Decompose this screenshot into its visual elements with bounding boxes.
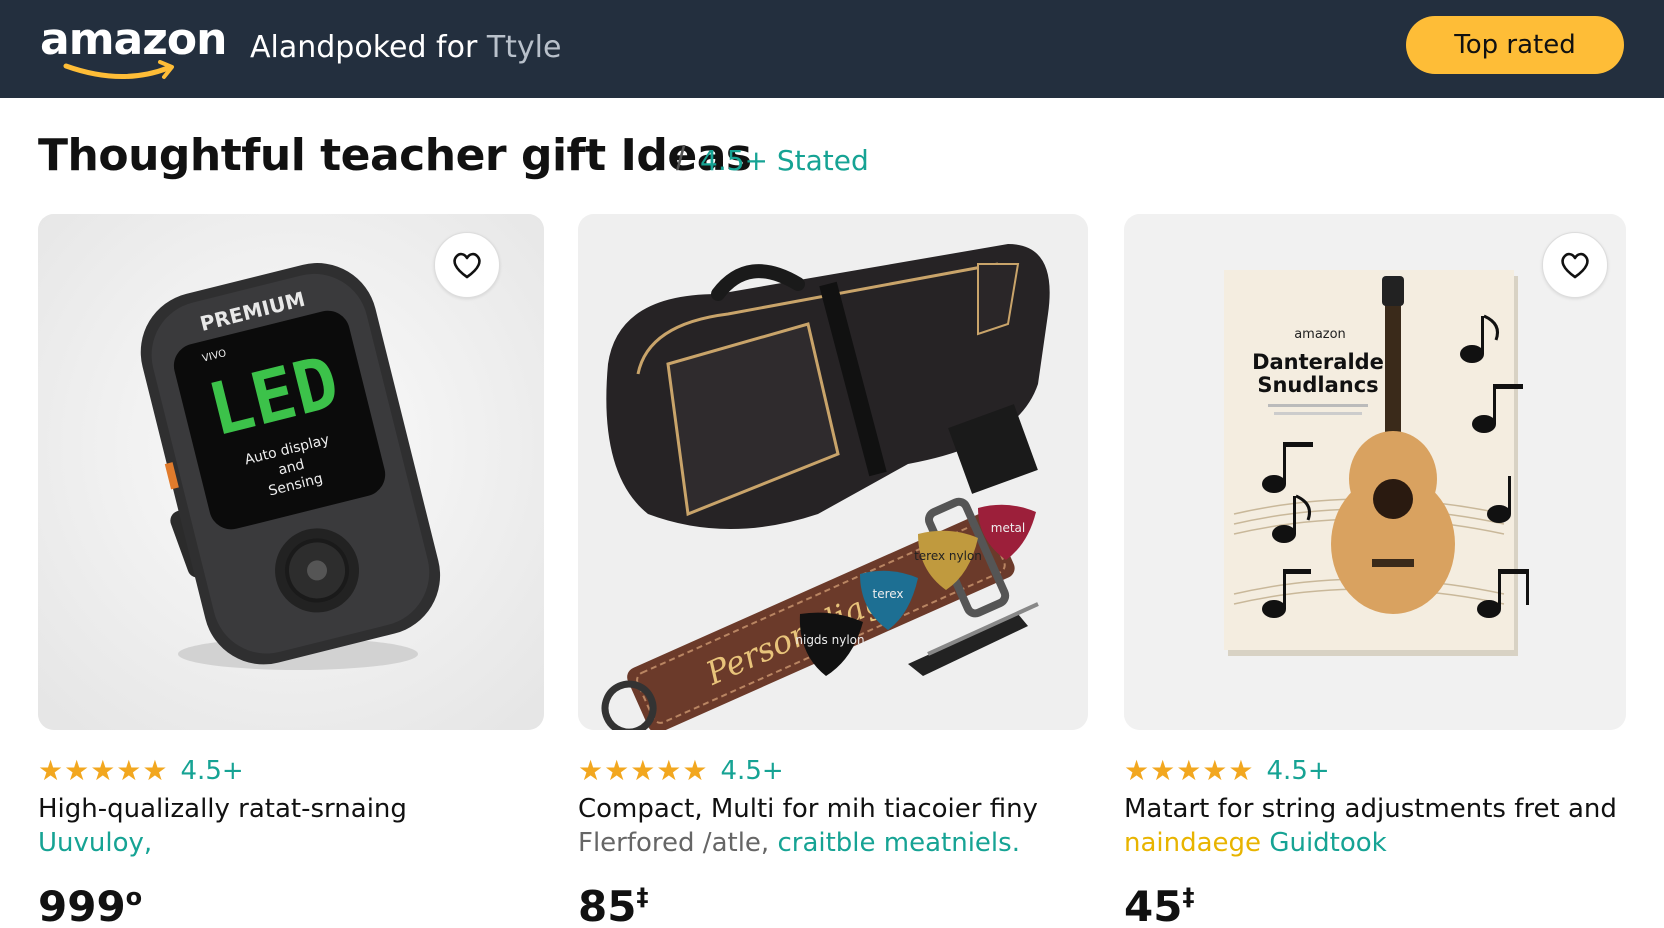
heart-icon [1561, 252, 1589, 279]
product-image[interactable]: amazon Danteralde Snudlancs [1124, 214, 1626, 730]
book-brand-text: amazon [1294, 327, 1346, 342]
product-price: 85‡ [578, 882, 648, 928]
svg-text:terex: terex [872, 587, 903, 601]
price-suffix: ‡ [636, 883, 649, 911]
svg-text:nigds nylon: nigds nylon [795, 633, 864, 647]
price-value: 45 [1124, 882, 1183, 928]
product-subtitle-yellow: naindaege [1124, 828, 1262, 858]
product-image[interactable]: Personaliage nigds nylon terex terex nyl… [578, 214, 1088, 730]
product-title[interactable]: Matart for string adjustments fret and [1124, 794, 1617, 824]
product-subtitle: naindaege Guidtook [1124, 828, 1387, 858]
page-title: Thoughtful teacher gift Ideas [38, 130, 752, 181]
favorite-button[interactable] [434, 232, 500, 298]
svg-text:terex nylon: terex nylon [914, 549, 982, 563]
product-subtitle-gray: Flerfored /atle, [578, 828, 770, 858]
gig-bag-bundle-image: Personaliage nigds nylon terex terex nyl… [578, 214, 1088, 730]
price-value: 999 [38, 882, 126, 928]
product-subtitle-text: Uuvuloy, [38, 828, 153, 858]
top-navigation-bar: amazon Alandpoked for Ttyle Top rated [0, 0, 1664, 98]
tagline-main: Alandpoked for [250, 30, 478, 65]
heart-icon [453, 252, 481, 279]
product-subtitle: Uuvuloy, [38, 828, 152, 858]
price-value: 85 [578, 882, 637, 928]
tagline-muted: Ttyle [486, 30, 562, 65]
header-tagline: Alandpoked for Ttyle [250, 30, 561, 65]
price-suffix: ‡ [1182, 883, 1195, 911]
svg-text:Snudlancs: Snudlancs [1257, 373, 1378, 397]
price-suffix: o [125, 883, 143, 911]
product-title[interactable]: High-qualizally ratat-srnaing [38, 794, 407, 824]
title-separator: / [676, 140, 686, 178]
svg-text:Danteralde: Danteralde [1252, 350, 1384, 374]
smile-arrow-icon [63, 60, 174, 80]
product-price: 45‡ [1124, 882, 1194, 928]
svg-text:metal: metal [991, 521, 1025, 535]
star-rating-icon: ★★★★★ [1124, 755, 1255, 786]
product-subtitle: Flerfored /atle, craitble meatniels. [578, 828, 1020, 858]
amazon-logo[interactable]: amazon [40, 14, 227, 80]
product-title[interactable]: Compact, Multi for mih tiacoier finy [578, 794, 1038, 824]
rating-value: 4.5+ [180, 755, 244, 786]
rating-row: ★★★★★ 4.5+ [1124, 754, 1330, 787]
rating-row: ★★★★★ 4.5+ [578, 754, 784, 787]
product-subtitle-text: Guidtook [1269, 828, 1387, 858]
star-rating-icon: ★★★★★ [578, 755, 709, 786]
star-rating-icon: ★★★★★ [38, 755, 169, 786]
top-rated-button[interactable]: Top rated [1406, 16, 1624, 74]
title-rating-filter[interactable]: 4.5+ Stated [700, 144, 869, 177]
rating-value: 4.5+ [720, 755, 784, 786]
rating-value: 4.5+ [1266, 755, 1330, 786]
product-price: 999o [38, 882, 142, 928]
guitar-book-image: amazon Danteralde Snudlancs [1124, 214, 1626, 730]
product-subtitle-text: craitble meatniels. [777, 828, 1020, 858]
logo-text: amazon [40, 14, 227, 65]
favorite-button[interactable] [1542, 232, 1608, 298]
rating-row: ★★★★★ 4.5+ [38, 754, 244, 787]
